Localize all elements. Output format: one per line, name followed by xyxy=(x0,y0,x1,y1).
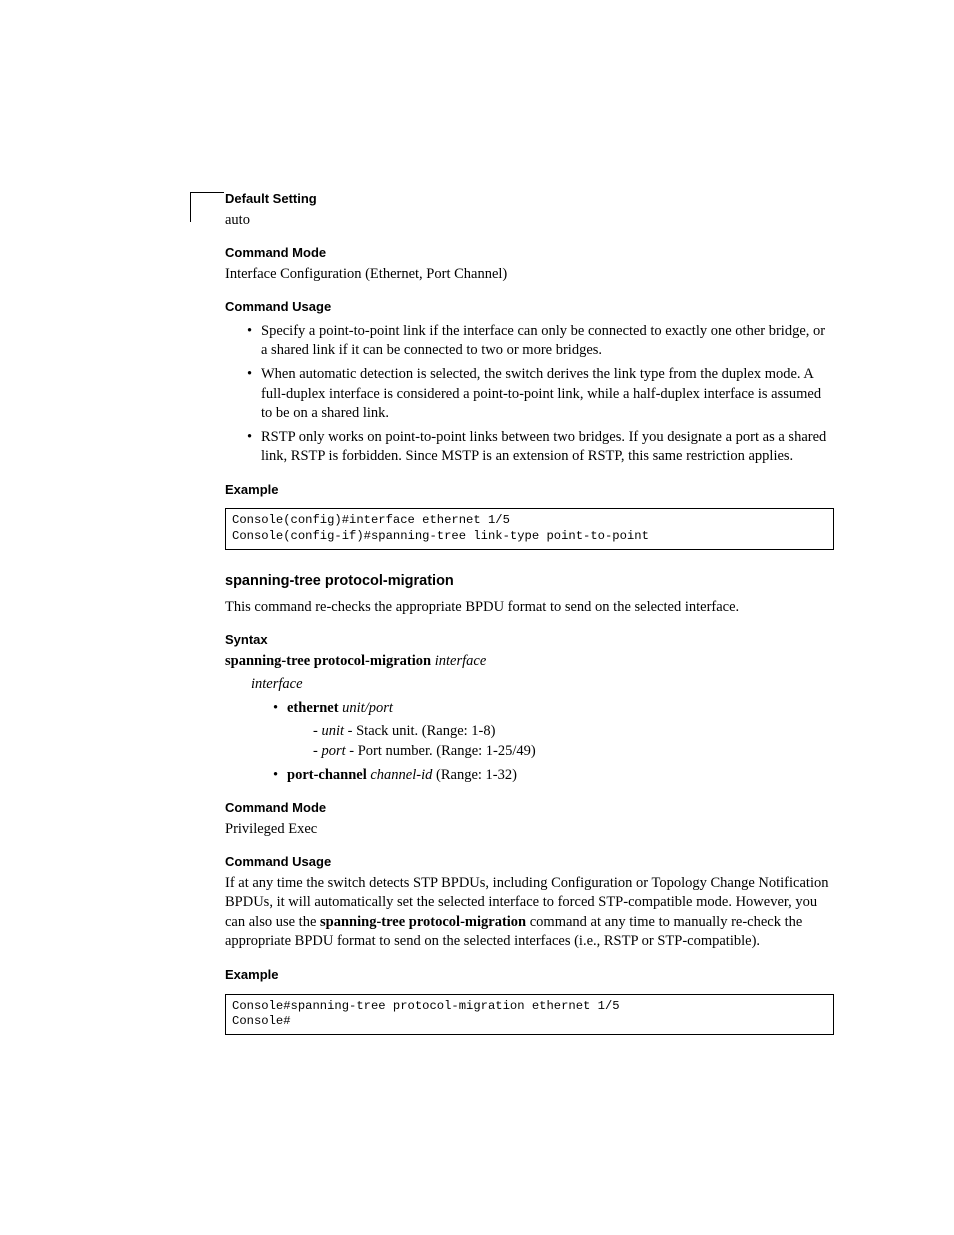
syntax-line: spanning-tree protocol-migration interfa… xyxy=(225,652,834,672)
syntax-sub-list: • ethernet unit/port - unit - Stack unit… xyxy=(251,699,834,785)
syntax-port-line: - port - Port number. (Range: 1-25/49) xyxy=(313,742,834,762)
default-setting-block: Default Setting auto xyxy=(225,190,834,230)
bullet-dot: • xyxy=(247,428,261,467)
syntax-keyword-ethernet: ethernet xyxy=(287,700,339,716)
usage-bullet-text: Specify a point-to-point link if the int… xyxy=(261,322,834,361)
syntax-command: spanning-tree protocol-migration xyxy=(225,653,431,669)
syntax-interface-word: interface xyxy=(251,676,303,692)
usage-bullet-text: When automatic detection is selected, th… xyxy=(261,365,834,424)
syntax-interface-intro: interface xyxy=(251,675,834,695)
syntax-arg-unit: unit xyxy=(321,723,344,739)
usage-bullet: • Specify a point-to-point link if the i… xyxy=(247,322,834,361)
example-block-2: Example Console#spanning-tree protocol-m… xyxy=(225,966,834,1035)
command-mode-value: Interface Configuration (Ethernet, Port … xyxy=(225,265,834,285)
command-mode-label: Command Mode xyxy=(225,245,326,260)
command-usage-block-2: Command Usage If at any time the switch … xyxy=(225,853,834,952)
command-mode-block: Command Mode Interface Configuration (Et… xyxy=(225,244,834,284)
console-output: Console(config)#interface ethernet 1/5 C… xyxy=(225,508,834,550)
syntax-unit-line: - unit - Stack unit. (Range: 1-8) xyxy=(313,722,834,742)
command-usage-label: Command Usage xyxy=(225,299,331,314)
syntax-bullet-line: ethernet unit/port xyxy=(287,699,834,719)
syntax-arg-channelid: channel-id xyxy=(370,767,432,783)
example-block: Example Console(config)#interface ethern… xyxy=(225,481,834,550)
command-usage-block: Command Usage • Specify a point-to-point… xyxy=(225,298,834,467)
command-mode-label-2: Command Mode xyxy=(225,800,326,815)
usage-bullet-text: RSTP only works on point-to-point links … xyxy=(261,428,834,467)
bullet-dot: • xyxy=(273,766,287,786)
usage-bullet-list: • Specify a point-to-point link if the i… xyxy=(225,322,834,467)
syntax-port-desc: - Port number. (Range: 1-25/49) xyxy=(346,743,536,759)
syntax-bullet: • ethernet unit/port xyxy=(273,699,834,719)
bullet-dot: • xyxy=(247,322,261,361)
default-setting-value: auto xyxy=(225,211,834,231)
command-usage-label-2: Command Usage xyxy=(225,854,331,869)
syntax-keyword-portchannel: port-channel xyxy=(287,767,367,783)
usage-paragraph: If at any time the switch detects STP BP… xyxy=(225,874,834,952)
section-heading-protocol-migration: spanning-tree protocol-migration xyxy=(225,572,834,592)
example-label-2: Example xyxy=(225,967,278,982)
usage-inline-command: spanning-tree protocol-migration xyxy=(320,914,526,930)
usage-bullet: • When automatic detection is selected, … xyxy=(247,365,834,424)
command-mode-value-2: Privileged Exec xyxy=(225,820,834,840)
syntax-arg-port: port xyxy=(321,743,345,759)
syntax-arg-interface: interface xyxy=(435,653,487,669)
bullet-dot: • xyxy=(247,365,261,424)
syntax-block: Syntax spanning-tree protocol-migration … xyxy=(225,631,834,785)
syntax-label: Syntax xyxy=(225,632,268,647)
syntax-unit-desc: - Stack unit. (Range: 1-8) xyxy=(344,723,495,739)
console-output-2: Console#spanning-tree protocol-migration… xyxy=(225,994,834,1036)
syntax-arg-unitport: unit/port xyxy=(342,700,393,716)
syntax-bullet-line: port-channel channel-id (Range: 1-32) xyxy=(287,766,834,786)
command-mode-block-2: Command Mode Privileged Exec xyxy=(225,799,834,839)
syntax-bullet: • port-channel channel-id (Range: 1-32) xyxy=(273,766,834,786)
syntax-sub-sub: - unit - Stack unit. (Range: 1-8) - port… xyxy=(313,722,834,761)
intro-paragraph: This command re-checks the appropriate B… xyxy=(225,598,834,618)
bullet-dot: • xyxy=(273,699,287,719)
example-label: Example xyxy=(225,482,278,497)
default-setting-label: Default Setting xyxy=(225,191,317,206)
crop-mark xyxy=(190,192,224,222)
usage-bullet: • RSTP only works on point-to-point link… xyxy=(247,428,834,467)
syntax-pc-desc: (Range: 1-32) xyxy=(432,767,517,783)
